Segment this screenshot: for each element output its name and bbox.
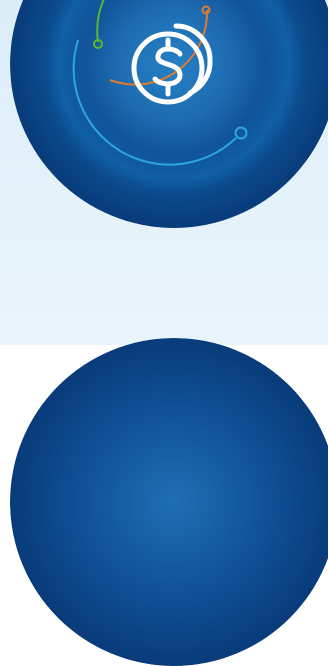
- second-badge-partial: [10, 338, 328, 666]
- lower-badge-svg: [10, 338, 328, 666]
